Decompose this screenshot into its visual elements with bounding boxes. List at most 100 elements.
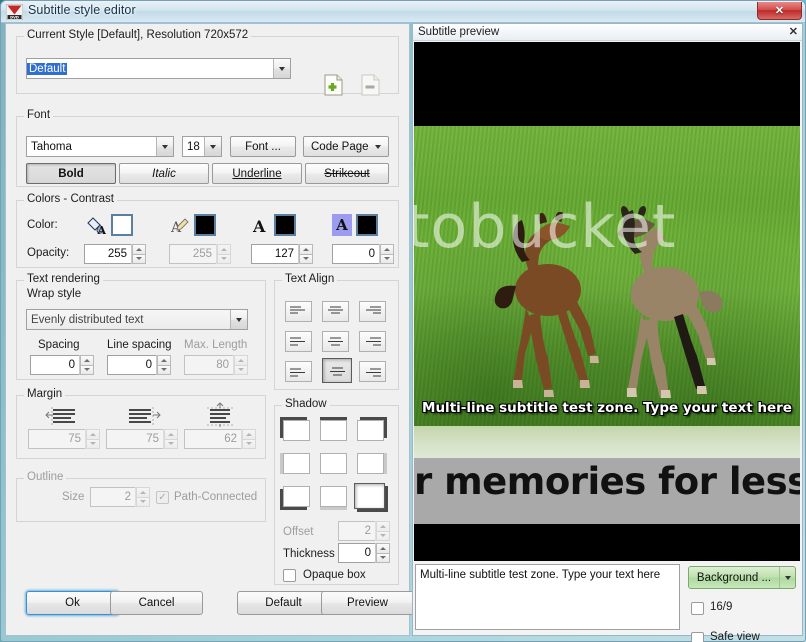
wrap-style-arrow[interactable] [230, 310, 247, 329]
margin-right-value: 75 [106, 429, 163, 449]
highlight-opacity-value[interactable]: 0 [332, 244, 379, 264]
delete-style-icon[interactable] [361, 74, 380, 96]
underline-button[interactable]: Underline [212, 163, 302, 184]
background-dropdown-arrow[interactable] [779, 567, 795, 588]
cancel-button[interactable]: Cancel [110, 591, 203, 615]
svg-text:A: A [252, 217, 266, 236]
shadow-thickness-spin[interactable] [375, 543, 390, 563]
fill-opacity-spin[interactable] [131, 244, 146, 264]
video-preview[interactable]: tobucket Multi-line subtitle test zone. … [414, 42, 800, 561]
align-middle-left[interactable] [285, 331, 312, 352]
spin-up [376, 521, 390, 531]
outline-size-spin [135, 487, 150, 507]
align-top-center[interactable] [322, 301, 349, 322]
style-select-arrow[interactable] [273, 59, 290, 78]
text-color-icon[interactable]: A [251, 214, 271, 236]
spacing-stepper[interactable]: 0 [30, 355, 94, 375]
spin-up[interactable] [80, 355, 94, 365]
wrap-style-select[interactable]: Evenly distributed text [26, 309, 248, 330]
line-spacing-spin[interactable] [156, 355, 171, 375]
shadow-middle-left[interactable] [283, 453, 310, 474]
safe-view-checkbox[interactable] [691, 632, 704, 642]
subtitle-text-input[interactable]: Multi-line subtitle test zone. Type your… [415, 564, 680, 630]
shadow-top-left[interactable] [283, 420, 310, 441]
fill-opacity-stepper[interactable]: 255 [84, 244, 146, 264]
font-family-arrow[interactable] [156, 137, 173, 156]
preview-button[interactable]: Preview [321, 591, 414, 615]
spin-down[interactable] [380, 253, 394, 264]
style-select[interactable]: Default [26, 58, 291, 79]
highlight-opacity-spin[interactable] [379, 244, 394, 264]
shadow-none[interactable] [320, 453, 347, 474]
spin-down[interactable] [299, 253, 313, 264]
highlight-color-swatch[interactable] [356, 214, 378, 236]
align-bottom-center[interactable] [322, 358, 352, 383]
spin-up [217, 244, 231, 254]
text-opacity-spin[interactable] [298, 244, 313, 264]
spin-down[interactable] [157, 364, 171, 375]
margin-left-value: 75 [28, 429, 85, 449]
margin-left-spin [85, 429, 100, 449]
fill-color-icon[interactable]: A [84, 214, 106, 236]
background-button[interactable]: Background ... [688, 566, 796, 589]
preview-close-icon[interactable]: ✕ [789, 25, 798, 38]
line-spacing-value[interactable]: 0 [107, 355, 156, 375]
spin-down[interactable] [376, 552, 390, 563]
text-rendering-legend: Text rendering [24, 273, 103, 285]
outline-color-swatch[interactable] [194, 214, 216, 236]
highlight-color-icon[interactable]: A [332, 214, 352, 236]
spin-up[interactable] [132, 244, 146, 254]
code-page-button[interactable]: Code Page [303, 136, 389, 157]
align-bottom-right[interactable] [359, 361, 386, 382]
shadow-bottom-right[interactable] [354, 483, 385, 509]
subtitle-preview-panel: Subtitle preview ✕ tobucket Multi-line s… [412, 23, 803, 642]
align-middle-center[interactable] [322, 331, 349, 352]
spin-up[interactable] [380, 244, 394, 254]
shadow-bottom-center[interactable] [320, 486, 347, 507]
font-dialog-button[interactable]: Font ... [230, 136, 296, 157]
strikeout-button[interactable]: Strikeout [305, 163, 389, 184]
shadow-middle-right[interactable] [357, 453, 384, 474]
shadow-thickness-value[interactable]: 0 [338, 543, 375, 563]
spacing-spin[interactable] [79, 355, 94, 375]
spin-down[interactable] [132, 253, 146, 264]
shadow-top-right[interactable] [357, 420, 384, 441]
align-middle-right[interactable] [359, 331, 386, 352]
font-family-select[interactable]: Tahoma [26, 136, 174, 157]
svg-text:A: A [97, 224, 107, 236]
aspect-169-checkbox[interactable] [691, 602, 704, 615]
safe-view-label: Safe view [710, 631, 760, 642]
new-style-icon[interactable] [324, 74, 343, 96]
bold-button[interactable]: Bold [26, 163, 116, 184]
shadow-bottom-left[interactable] [283, 486, 310, 507]
line-spacing-stepper[interactable]: 0 [107, 355, 171, 375]
shadow-top-center[interactable] [320, 420, 347, 441]
spin-up[interactable] [376, 543, 390, 553]
spin-up[interactable] [299, 244, 313, 254]
opaque-box-checkbox[interactable] [283, 569, 296, 582]
highlight-opacity-stepper[interactable]: 0 [332, 244, 394, 264]
fill-opacity-value[interactable]: 255 [84, 244, 131, 264]
align-top-left[interactable] [285, 301, 312, 322]
default-button[interactable]: Default [237, 591, 330, 615]
spacing-value[interactable]: 0 [30, 355, 79, 375]
outline-color-icon[interactable]: A [169, 214, 191, 236]
margin-right-icon [129, 407, 161, 425]
font-size-select[interactable]: 18 [182, 136, 222, 157]
align-top-right[interactable] [359, 301, 386, 322]
text-opacity-value[interactable]: 127 [251, 244, 298, 264]
font-family-value: Tahoma [31, 140, 72, 153]
margin-left-stepper: 75 [28, 429, 100, 449]
fill-color-swatch[interactable] [111, 214, 133, 236]
spin-down[interactable] [80, 364, 94, 375]
chevron-down-icon [162, 144, 168, 149]
font-size-arrow[interactable] [204, 137, 221, 156]
italic-button[interactable]: Italic [119, 163, 209, 184]
text-color-swatch[interactable] [274, 214, 296, 236]
spin-up[interactable] [157, 355, 171, 365]
text-opacity-stepper[interactable]: 127 [251, 244, 313, 264]
shadow-thickness-stepper[interactable]: 0 [338, 543, 390, 563]
ok-button[interactable]: Ok [26, 591, 119, 615]
align-bottom-left[interactable] [285, 361, 312, 382]
window-close-button[interactable]: ✕ [757, 2, 802, 20]
